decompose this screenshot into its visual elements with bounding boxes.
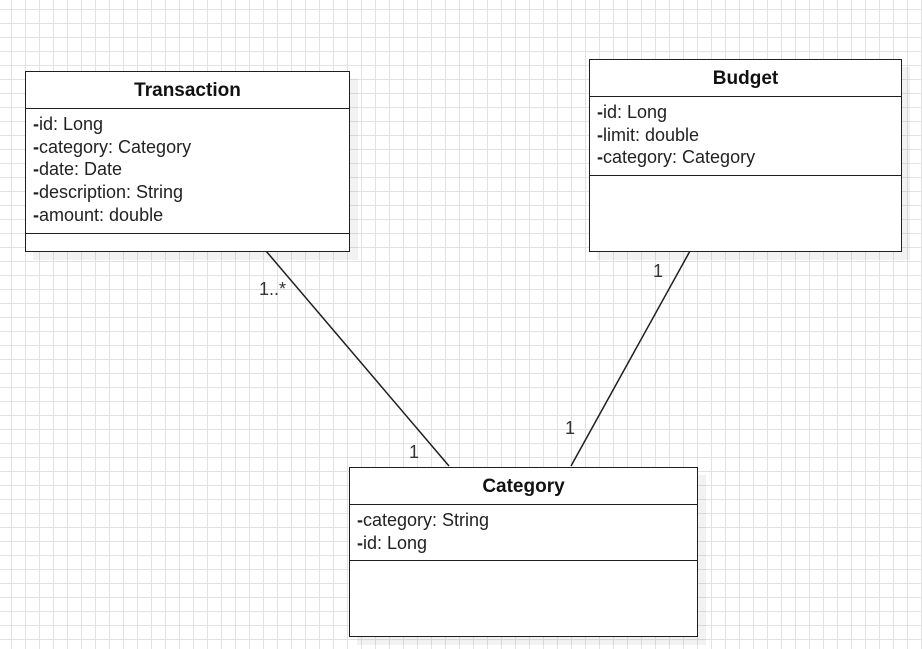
class-transaction-attributes: -id: Long -category: Category -date: Dat… xyxy=(26,109,349,234)
multiplicity-transaction-end: 1..* xyxy=(259,279,287,299)
attribute-text: id: Long xyxy=(363,532,428,553)
multiplicity-category-end-from-transaction: 1 xyxy=(409,442,420,462)
class-category-attributes: -category: String -id: Long xyxy=(350,505,697,562)
attribute-text: id: Long xyxy=(603,102,668,122)
class-category-operations xyxy=(350,561,697,636)
multiplicity-category-end-from-budget: 1 xyxy=(565,418,576,438)
attribute-row: -amount: double xyxy=(33,204,342,227)
class-budget-name: Budget xyxy=(590,60,901,97)
class-category[interactable]: Category -category: String -id: Long xyxy=(349,467,698,637)
attribute-row: -category: Category xyxy=(33,136,342,159)
attribute-row: -id: Long xyxy=(597,101,894,124)
attribute-text: date: Date xyxy=(39,159,123,180)
class-budget-operations xyxy=(590,176,901,251)
association-line-transaction-category[interactable] xyxy=(265,250,450,467)
attribute-text: category: String xyxy=(363,510,490,530)
attribute-row: -category: Category xyxy=(597,146,894,169)
attribute-text: limit: double xyxy=(603,124,700,145)
attribute-text: amount: double xyxy=(39,204,164,225)
attribute-text: category: Category xyxy=(603,147,756,168)
class-budget-attributes: -id: Long -limit: double -category: Cate… xyxy=(590,97,901,177)
multiplicity-budget-end: 1 xyxy=(653,261,664,281)
attribute-row: -date: Date xyxy=(33,158,342,181)
attribute-row: -limit: double xyxy=(597,124,894,147)
attribute-row: -id: Long xyxy=(33,113,342,136)
class-transaction-name: Transaction xyxy=(26,72,349,109)
attribute-text: category: Category xyxy=(39,136,192,157)
association-line-budget-category[interactable] xyxy=(570,250,691,467)
attribute-row: -id: Long xyxy=(357,532,690,555)
attribute-text: id: Long xyxy=(39,114,104,134)
attribute-text: description: String xyxy=(39,182,184,203)
class-category-name: Category xyxy=(350,468,697,505)
attribute-row: -category: String xyxy=(357,509,690,532)
attribute-row: -description: String xyxy=(33,181,342,204)
class-transaction-operations xyxy=(26,234,349,251)
class-transaction[interactable]: Transaction -id: Long -category: Categor… xyxy=(25,71,350,252)
class-budget[interactable]: Budget -id: Long -limit: double -categor… xyxy=(589,59,902,252)
